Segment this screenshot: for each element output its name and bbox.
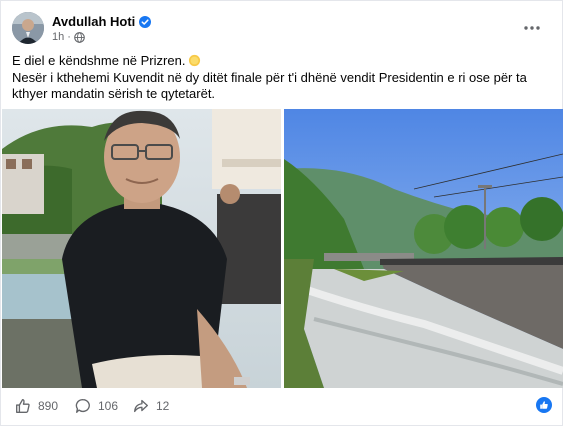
avatar-image: [12, 12, 44, 44]
more-dots-icon[interactable]: [522, 18, 542, 38]
post-text: E diel e këndshme në Prizren. Nesër i kt…: [12, 53, 548, 103]
post-card: Avdullah Hoti 1h · E diel e këndshme në …: [0, 0, 563, 426]
photo-portrait[interactable]: [2, 109, 281, 388]
post-text-line-1-content: E diel e këndshme në Prizren.: [12, 53, 186, 68]
comment-action[interactable]: 106: [74, 397, 118, 415]
post-footer: 890 106 12: [1, 393, 563, 419]
share-count: 12: [156, 399, 170, 413]
verified-badge-icon: [139, 15, 152, 28]
globe-icon: [74, 31, 85, 43]
share-action[interactable]: 12: [132, 397, 169, 415]
post-photos: [2, 109, 563, 388]
author-row: Avdullah Hoti: [52, 14, 152, 29]
thumbs-up-icon: [16, 399, 30, 413]
photo-portrait-image: [2, 109, 281, 388]
post-meta: 1h ·: [52, 31, 85, 43]
author-name[interactable]: Avdullah Hoti: [52, 14, 135, 29]
post-time[interactable]: 1h: [52, 31, 64, 43]
comment-count: 106: [98, 399, 119, 413]
photo-river[interactable]: [284, 109, 563, 388]
post-text-line-2: Nesër i kthehemi Kuvendit në dy ditët fi…: [12, 69, 527, 102]
post-header: Avdullah Hoti 1h ·: [12, 12, 550, 46]
photo-river-image: [284, 109, 563, 388]
like-reaction-badge-icon[interactable]: [536, 397, 552, 413]
meta-separator: ·: [67, 31, 71, 43]
avatar[interactable]: [12, 12, 44, 44]
like-count: 890: [38, 399, 59, 413]
comment-bubble-icon: [75, 399, 90, 413]
like-action[interactable]: 890: [14, 397, 58, 415]
post-text-line-1: E diel e këndshme në Prizren.: [12, 53, 548, 70]
share-arrow-icon: [134, 399, 148, 413]
sun-emoji-icon: [188, 54, 201, 67]
